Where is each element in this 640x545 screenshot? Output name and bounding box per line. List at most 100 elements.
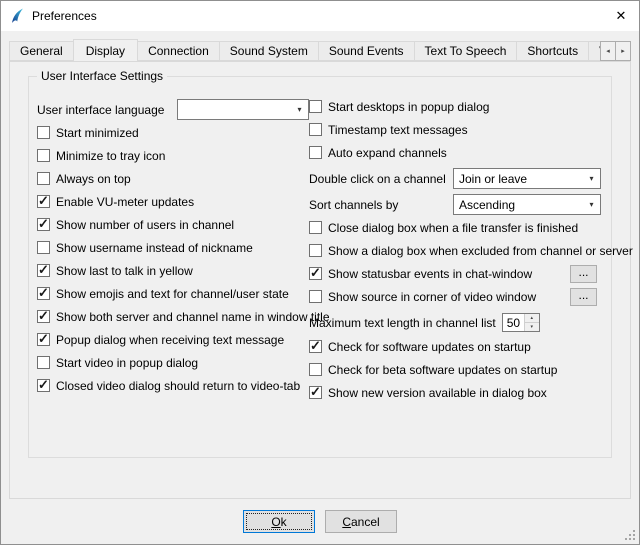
checkbox-label: Check for software updates on startup [328, 340, 531, 354]
checkbox-box [37, 241, 50, 254]
checkbox-label: Show last to talk in yellow [56, 264, 193, 278]
checkbox-timestamp-messages[interactable]: Timestamp text messages [309, 122, 601, 137]
checkbox-box [37, 126, 50, 139]
checkbox-label: Show source in corner of video window [328, 290, 536, 304]
tab-text-to-speech[interactable]: Text To Speech [414, 41, 518, 61]
checkbox-label: Show new version available in dialog box [328, 386, 547, 400]
checkbox-excluded-dialog[interactable]: Show a dialog box when excluded from cha… [309, 243, 601, 258]
checkbox-box [37, 218, 50, 231]
cancel-button[interactable]: Cancel [325, 510, 397, 533]
checkbox-auto-expand-channels[interactable]: Auto expand channels [309, 145, 601, 160]
statusbar-events-row: Show statusbar events in chat-window ... [309, 266, 601, 281]
language-select[interactable]: ▾ [177, 99, 309, 120]
checkbox-label: Show emojis and text for channel/user st… [56, 287, 289, 301]
checkbox-always-on-top[interactable]: Always on top [37, 171, 309, 186]
checkbox-statusbar-events[interactable] [309, 267, 322, 280]
spinner-down-icon[interactable]: ▾ [525, 322, 539, 331]
checkbox-box [37, 264, 50, 277]
spinner-value: 50 [503, 314, 524, 331]
chevron-down-icon: ▾ [583, 174, 600, 183]
checkbox-label: Minimize to tray icon [56, 149, 165, 163]
checkbox-box [309, 146, 322, 159]
checkbox-server-channel-title[interactable]: Show both server and channel name in win… [37, 309, 309, 324]
checkbox-box [309, 340, 322, 353]
tab-display[interactable]: Display [73, 39, 138, 61]
right-column: Start desktops in popup dialog Timestamp… [309, 99, 603, 408]
checkbox-check-beta-updates[interactable]: Check for beta software updates on start… [309, 362, 601, 377]
checkbox-box [309, 244, 322, 257]
checkbox-box [309, 363, 322, 376]
language-row: User interface language ▾ [37, 99, 309, 120]
checkbox-show-user-count[interactable]: Show number of users in channel [37, 217, 309, 232]
checkbox-minimize-to-tray[interactable]: Minimize to tray icon [37, 148, 309, 163]
group-title: User Interface Settings [37, 69, 167, 83]
tab-list: General Display Connection Sound System … [9, 39, 631, 61]
checkbox-desktops-popup[interactable]: Start desktops in popup dialog [309, 99, 601, 114]
max-text-length-spinner[interactable]: 50 ▴ ▾ [502, 313, 540, 332]
checkbox-label: Auto expand channels [328, 146, 447, 160]
checkbox-box [37, 149, 50, 162]
sort-channels-label: Sort channels by [309, 198, 398, 212]
double-click-select[interactable]: Join or leave ▾ [453, 168, 601, 189]
checkbox-label: Enable VU-meter updates [56, 195, 194, 209]
sort-channels-value: Ascending [454, 198, 583, 212]
tab-connection[interactable]: Connection [137, 41, 220, 61]
checkbox-last-to-talk-yellow[interactable]: Show last to talk in yellow [37, 263, 309, 278]
double-click-label: Double click on a channel [309, 172, 446, 186]
checkbox-label: Popup dialog when receiving text message [56, 333, 284, 347]
checkbox-box [37, 310, 50, 323]
checkbox-box [37, 356, 50, 369]
tab-general[interactable]: General [9, 41, 74, 61]
checkbox-box [309, 221, 322, 234]
chevron-down-icon: ▾ [583, 200, 600, 209]
double-click-row: Double click on a channel Join or leave … [309, 168, 601, 189]
tab-strip: General Display Connection Sound System … [9, 39, 631, 61]
tab-sound-events[interactable]: Sound Events [318, 41, 415, 61]
checkbox-video-source-corner[interactable] [309, 290, 322, 303]
checkbox-close-filetransfer-dialog[interactable]: Close dialog box when a file transfer is… [309, 220, 601, 235]
checkbox-label: Start minimized [56, 126, 139, 140]
checkbox-label: Close dialog box when a file transfer is… [328, 221, 578, 235]
sort-channels-select[interactable]: Ascending ▾ [453, 194, 601, 215]
resize-grip[interactable] [623, 528, 637, 542]
ok-button[interactable]: Ok [243, 510, 315, 533]
tab-sound-system[interactable]: Sound System [219, 41, 319, 61]
checkbox-video-return-tab[interactable]: Closed video dialog should return to vid… [37, 378, 309, 393]
checkbox-box [37, 379, 50, 392]
checkbox-new-version-dialog[interactable]: Show new version available in dialog box [309, 385, 601, 400]
checkbox-vu-meter-updates[interactable]: Enable VU-meter updates [37, 194, 309, 209]
checkbox-label: Always on top [56, 172, 131, 186]
checkbox-label: Show statusbar events in chat-window [328, 267, 532, 281]
checkbox-box [37, 333, 50, 346]
tab-shortcuts[interactable]: Shortcuts [516, 41, 589, 61]
checkbox-emojis-state[interactable]: Show emojis and text for channel/user st… [37, 286, 309, 301]
statusbar-config-button[interactable]: ... [570, 265, 597, 283]
tab-scroll-left-icon[interactable]: ◂ [600, 41, 616, 61]
checkbox-label: Closed video dialog should return to vid… [56, 379, 300, 393]
left-column: User interface language ▾ Start minimize… [37, 99, 309, 408]
checkbox-label: Show username instead of nickname [56, 241, 253, 255]
checkbox-start-minimized[interactable]: Start minimized [37, 125, 309, 140]
language-label: User interface language [37, 103, 177, 117]
double-click-value: Join or leave [454, 172, 583, 186]
checkbox-video-popup[interactable]: Start video in popup dialog [37, 355, 309, 370]
sort-channels-row: Sort channels by Ascending ▾ [309, 194, 601, 215]
max-text-length-row: Maximum text length in channel list 50 ▴… [309, 312, 601, 333]
max-text-length-label: Maximum text length in channel list [309, 316, 496, 330]
close-icon[interactable]: ✕ [603, 1, 639, 31]
window-title: Preferences [32, 9, 603, 23]
checkbox-label: Show a dialog box when excluded from cha… [328, 244, 633, 258]
checkbox-check-updates[interactable]: Check for software updates on startup [309, 339, 601, 354]
display-tab-pane: User Interface Settings User interface l… [9, 61, 631, 499]
checkbox-show-username[interactable]: Show username instead of nickname [37, 240, 309, 255]
checkbox-box [309, 100, 322, 113]
tab-scroll-right-icon[interactable]: ▸ [615, 41, 631, 61]
video-source-config-button[interactable]: ... [570, 288, 597, 306]
preferences-dialog: { "window": { "title": "Preferences" }, … [0, 0, 640, 545]
checkbox-box [309, 123, 322, 136]
spinner-up-icon[interactable]: ▴ [525, 314, 539, 322]
checkbox-popup-text-message[interactable]: Popup dialog when receiving text message [37, 332, 309, 347]
title-bar: Preferences ✕ [1, 1, 639, 31]
chevron-down-icon: ▾ [291, 105, 308, 114]
ui-settings-group: User Interface Settings User interface l… [28, 76, 612, 458]
